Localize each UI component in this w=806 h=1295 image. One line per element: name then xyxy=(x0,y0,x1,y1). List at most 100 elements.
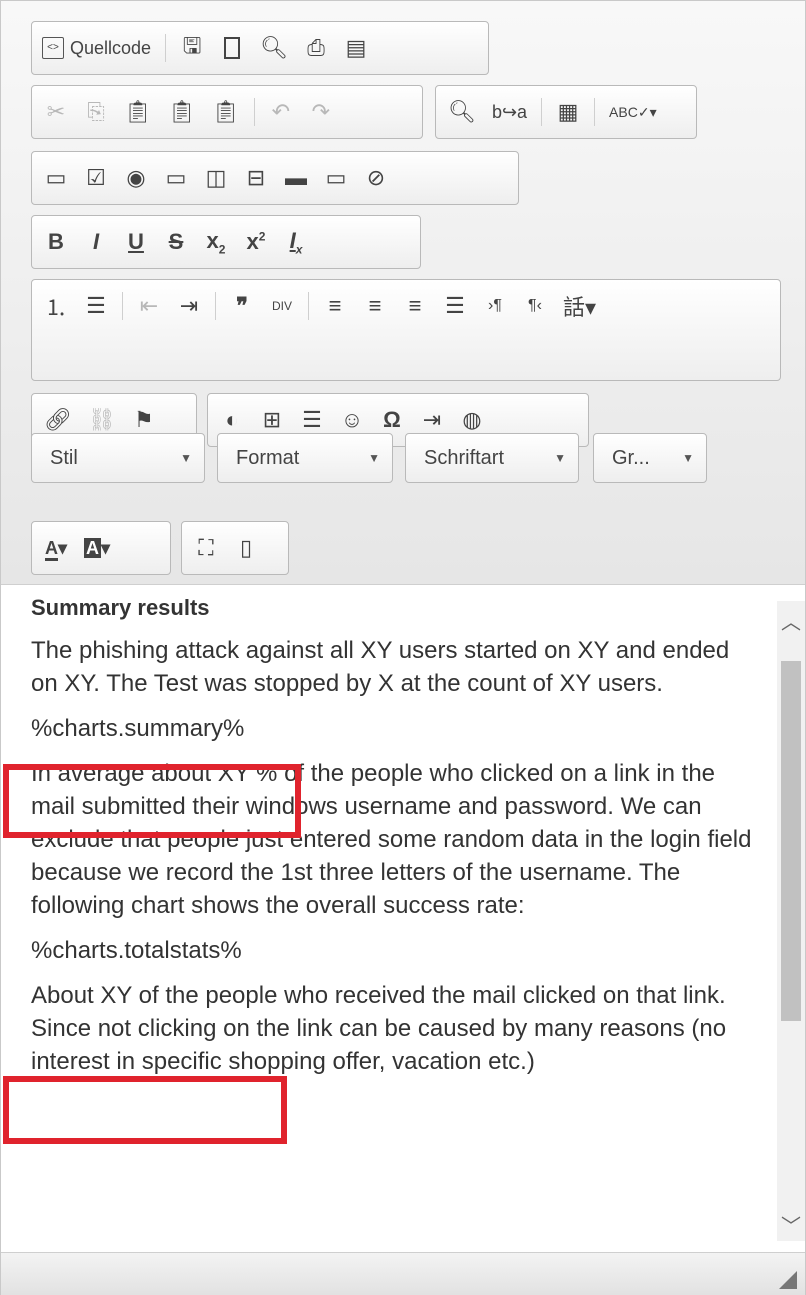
image-button-button[interactable]: ▭ xyxy=(316,156,356,200)
scrollbar-thumb[interactable] xyxy=(781,661,801,1021)
align-right-button[interactable]: ≡ xyxy=(395,284,435,328)
radio-button[interactable]: ◉ xyxy=(116,156,156,200)
placeholder-paragraph: %charts.summary% xyxy=(31,712,753,745)
outdent-button[interactable]: ⇤ xyxy=(129,284,169,328)
maximize-button[interactable]: ⛶ xyxy=(186,526,226,570)
text-direction-rtl-icon: ¶‹ xyxy=(528,297,542,314)
find-button[interactable]: 🔍︎ xyxy=(440,90,484,134)
image-button-icon: ▭ xyxy=(325,165,347,190)
checkbox-button[interactable]: ☑ xyxy=(76,156,116,200)
show-blocks-button[interactable]: ▯ xyxy=(226,526,266,570)
source-icon: <> xyxy=(42,37,64,59)
language-icon: 話▾ xyxy=(563,295,597,320)
superscript-button[interactable]: x2 xyxy=(236,220,276,264)
preview-button[interactable]: 🔍︎ xyxy=(252,26,296,70)
paste-text-button[interactable]: 📋︎ xyxy=(160,90,204,134)
blockquote-button[interactable]: ❞ xyxy=(222,284,262,328)
indent-button[interactable]: ⇥ xyxy=(169,284,209,328)
textfield-button[interactable]: ▭ xyxy=(156,156,196,200)
source-button[interactable]: <> Quellcode xyxy=(36,26,159,70)
font-select-label: Schriftart xyxy=(424,446,505,469)
redo-button[interactable]: ↷ xyxy=(301,90,341,134)
colors-toolbar-group: A▾ A ▾ xyxy=(31,521,171,575)
font-select[interactable]: Schriftart ▼ xyxy=(405,433,579,483)
paste-text-icon: 📋︎ xyxy=(167,99,196,124)
smiley-icon: ☺ xyxy=(340,407,364,432)
ltr-button[interactable]: ›¶ xyxy=(475,284,515,328)
vertical-scrollbar[interactable]: ︿ ﹀ xyxy=(777,601,805,1241)
align-center-button[interactable]: ≡ xyxy=(355,284,395,328)
section-heading: Summary results xyxy=(31,595,210,620)
remove-format-button[interactable]: Ix xyxy=(276,220,316,264)
rich-text-editor: <> Quellcode 🖫 🔍︎ ⎙ ▤ ✂ ⎘ 📋︎ 📋︎ 📋︎ ↶ ↷ 🔍… xyxy=(0,0,806,1295)
bulleted-list-button[interactable]: ☰ xyxy=(76,284,116,328)
text-color-button[interactable]: A▾ xyxy=(36,526,76,570)
hidden-field-button[interactable]: ⊘ xyxy=(356,156,396,200)
paste-icon: 📋︎ xyxy=(124,99,152,124)
replace-button[interactable]: b↪a xyxy=(484,90,535,134)
separator xyxy=(541,98,543,126)
separator xyxy=(594,98,596,126)
textarea-icon: ◫ xyxy=(205,165,227,190)
redo-icon: ↷ xyxy=(311,99,331,124)
paragraph: The phishing attack against all XY users… xyxy=(31,637,730,697)
table-icon: ⊞ xyxy=(262,407,282,432)
undo-icon: ↶ xyxy=(271,99,291,124)
bold-icon: B xyxy=(48,229,64,254)
copy-button[interactable]: ⎘ xyxy=(76,90,116,134)
scroll-up-icon[interactable]: ︿ xyxy=(777,609,805,637)
underline-button[interactable]: U xyxy=(116,220,156,264)
scroll-down-icon[interactable]: ﹀ xyxy=(777,1213,805,1241)
textarea-button[interactable]: ◫ xyxy=(196,156,236,200)
copy-icon: ⎘ xyxy=(87,99,105,124)
chevron-down-icon: ▼ xyxy=(682,451,694,465)
create-div-button[interactable]: DIV xyxy=(262,284,302,328)
paste-button[interactable]: 📋︎ xyxy=(116,90,160,134)
styles-select[interactable]: Stil ▼ xyxy=(31,433,205,483)
print-button[interactable]: ⎙ xyxy=(296,26,336,70)
bg-color-icon: A ▾ xyxy=(84,537,111,558)
paste-word-button[interactable]: 📋︎ xyxy=(204,90,248,134)
select-field-button[interactable]: ⊟ xyxy=(236,156,276,200)
undo-button[interactable]: ↶ xyxy=(261,90,301,134)
spellcheck-button[interactable]: ABC✓▾ xyxy=(601,90,665,134)
subscript-button[interactable]: x2 xyxy=(196,220,236,264)
maximize-icon: ⛶ xyxy=(198,535,214,560)
format-select[interactable]: Format ▼ xyxy=(217,433,393,483)
separator xyxy=(165,34,167,62)
italic-button[interactable]: I xyxy=(76,220,116,264)
editor-content[interactable]: Summary results The phishing attack agai… xyxy=(13,587,753,1243)
align-left-button[interactable]: ≡ xyxy=(315,284,355,328)
cut-icon: ✂ xyxy=(46,99,66,124)
editor-statusbar xyxy=(1,1252,805,1295)
hidden-field-icon: ⊘ xyxy=(366,165,386,190)
templates-button[interactable]: ▤ xyxy=(336,26,376,70)
paste-word-icon: 📋︎ xyxy=(211,99,240,124)
rtl-button[interactable]: ¶‹ xyxy=(515,284,555,328)
form-button-button[interactable]: ▬ xyxy=(276,156,316,200)
size-select[interactable]: Gr... ▼ xyxy=(593,433,707,483)
save-button[interactable]: 🖫 xyxy=(172,26,212,70)
language-button[interactable]: 話▾ xyxy=(555,284,604,328)
replace-icon: b↪a xyxy=(491,101,528,122)
bold-button[interactable]: B xyxy=(36,220,76,264)
format-select-label: Format xyxy=(236,446,300,469)
numbered-list-button[interactable]: ⒈ xyxy=(36,284,76,328)
select-all-button[interactable]: ▦ xyxy=(548,90,588,134)
new-page-button[interactable] xyxy=(212,26,252,70)
justify-button[interactable]: ☰ xyxy=(435,284,475,328)
textfield-icon: ▭ xyxy=(165,165,187,190)
cut-button[interactable]: ✂ xyxy=(36,90,76,134)
bulleted-list-icon: ☰ xyxy=(86,293,106,318)
size-select-label: Gr... xyxy=(612,446,650,469)
flash-icon: ◐ xyxy=(225,407,239,432)
form-button[interactable]: ▭ xyxy=(36,156,76,200)
justify-icon: ☰ xyxy=(445,293,465,318)
basicstyles-toolbar-group: B I U S x2 x2 Ix xyxy=(31,215,421,269)
resize-handle-icon[interactable] xyxy=(779,1271,797,1289)
strike-button[interactable]: S xyxy=(156,220,196,264)
bg-color-button[interactable]: A ▾ xyxy=(76,526,118,570)
align-center-icon: ≡ xyxy=(368,293,382,318)
outdent-icon: ⇤ xyxy=(139,293,159,318)
underline-icon: U xyxy=(128,229,144,254)
